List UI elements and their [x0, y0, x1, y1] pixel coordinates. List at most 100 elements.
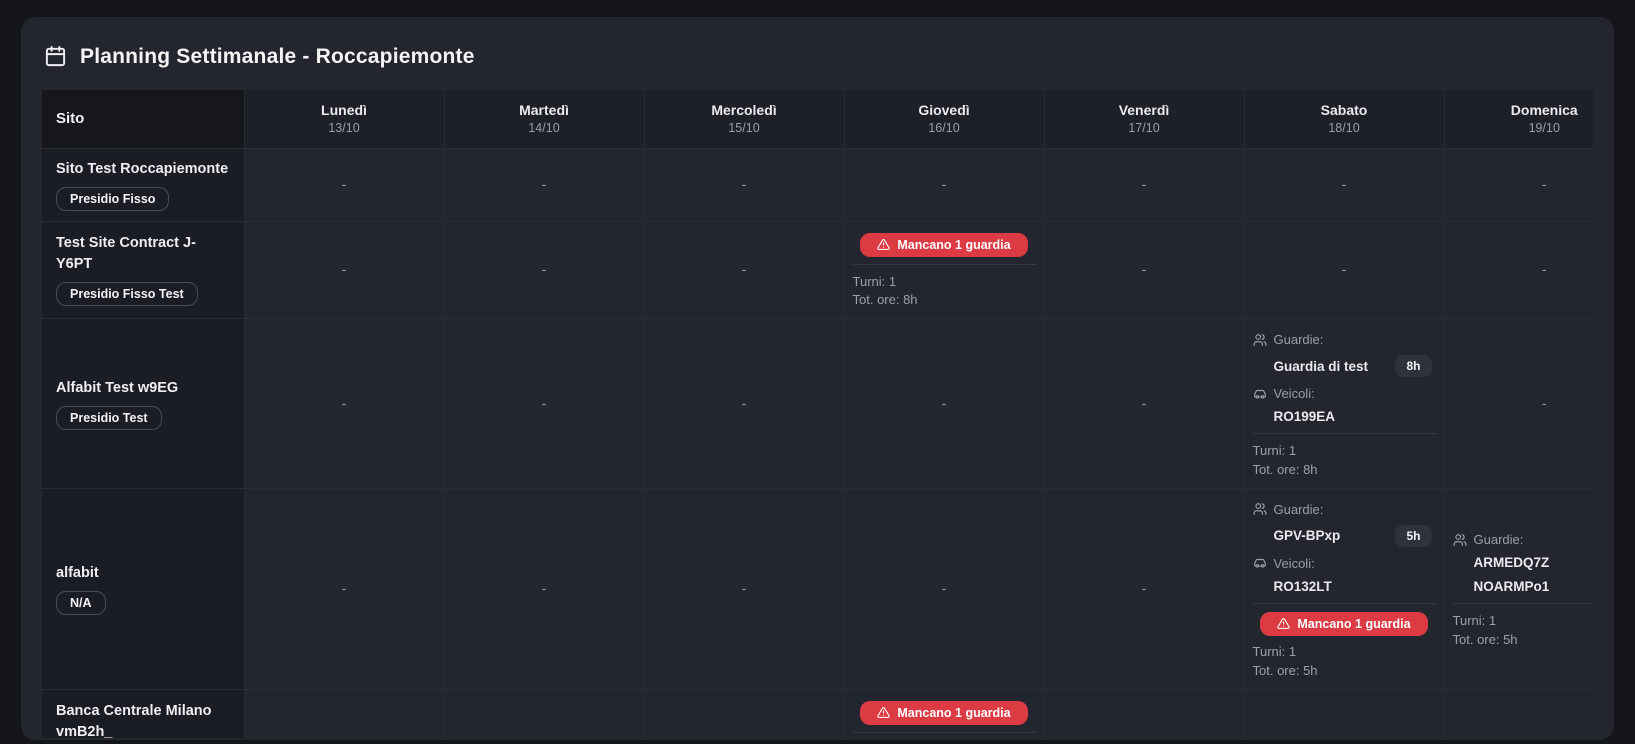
planning-cell[interactable]: - — [444, 689, 644, 738]
vehicle-row: RO199EA — [1274, 409, 1436, 424]
column-header-day: Venerdì 17/10 — [1044, 90, 1244, 148]
empty-cell-dash: - — [542, 176, 547, 192]
planning-cell[interactable]: - — [844, 148, 1044, 221]
page-title: Planning Settimanale - Roccapiemonte — [80, 45, 475, 69]
column-header-sito: Sito — [42, 90, 244, 148]
table-row: Alfabit Test w9EGPresidio Test-----Guard… — [42, 319, 1593, 489]
empty-cell-dash: - — [1142, 729, 1147, 738]
empty-cell-dash: - — [1142, 176, 1147, 192]
site-name: Test Site Contract J-Y6PT — [56, 233, 230, 275]
day-date-label: 19/10 — [1445, 121, 1594, 135]
planning-cell[interactable]: Guardie:ARMEDQ7ZNOARMPo1Turni: 1Tot. ore… — [1444, 488, 1593, 689]
guard-name: Guardia di test — [1274, 359, 1369, 374]
missing-guard-alert-text: Mancano 1 guardia — [1297, 617, 1410, 631]
planning-cell[interactable]: - — [244, 689, 444, 738]
empty-cell-dash: - — [1342, 176, 1347, 192]
planning-cell[interactable]: - — [444, 148, 644, 221]
vehicle-name: RO199EA — [1274, 409, 1336, 424]
total-hours: Tot. ore: 5h — [1453, 631, 1594, 650]
empty-cell-dash: - — [342, 729, 347, 738]
column-header-day: Sabato18/10 — [1244, 90, 1444, 148]
planning-cell[interactable]: - — [244, 488, 444, 689]
planning-cell[interactable]: - — [244, 221, 444, 319]
planning-cell[interactable]: - — [1444, 319, 1593, 489]
planning-cell[interactable]: Mancano 1 guardiaTurni: 1Tot. ore: 8h — [844, 221, 1044, 319]
guards-label-text: Guardie: — [1474, 532, 1524, 547]
planning-cell[interactable]: - — [444, 488, 644, 689]
day-name-label: Venerdì — [1045, 102, 1244, 118]
site-name: alfabit — [56, 563, 230, 584]
day-date-label: 18/10 — [1245, 121, 1444, 135]
guards-icon — [1453, 533, 1467, 547]
cell-divider — [853, 264, 1036, 265]
planning-cell[interactable]: - — [1044, 221, 1244, 319]
guards-icon — [1253, 333, 1267, 347]
cell-divider — [1453, 603, 1594, 604]
card-header: Planning Settimanale - Roccapiemonte — [21, 17, 1614, 90]
day-date-label: 14/10 — [445, 121, 644, 135]
missing-guard-alert: Mancano 1 guardia — [860, 701, 1027, 725]
column-header-day: Martedì14/10 — [444, 90, 644, 148]
empty-cell-dash: - — [942, 395, 947, 411]
site-name: Sito Test Roccapiemonte — [56, 159, 230, 180]
planning-cell[interactable]: - — [844, 319, 1044, 489]
vehicle-icon — [1253, 387, 1267, 401]
planning-cell[interactable]: - — [644, 689, 844, 738]
empty-cell-dash: - — [942, 580, 947, 596]
planning-cell[interactable]: - — [444, 319, 644, 489]
vehicles-label-text: Veicoli: — [1274, 556, 1315, 571]
missing-guard-alert: Mancano 1 guardia — [1260, 612, 1427, 636]
site-badge-wrap: Presidio Fisso Test — [56, 282, 230, 306]
cell-summary: Turni: 1Tot. ore: 8h — [853, 273, 1036, 311]
planning-cell[interactable]: - — [644, 319, 844, 489]
planning-cell[interactable]: - — [1044, 319, 1244, 489]
guards-label-text: Guardie: — [1274, 502, 1324, 517]
empty-cell-dash: - — [742, 176, 747, 192]
planning-cell[interactable]: - — [244, 319, 444, 489]
guards-label: Guardie: — [1253, 502, 1436, 517]
planning-cell[interactable]: - — [1244, 148, 1444, 221]
planning-cell[interactable]: - — [1244, 689, 1444, 738]
planning-cell[interactable]: Mancano 1 guardiaTurni: 1Tot. ore: 8h — [844, 689, 1044, 738]
warning-icon — [877, 238, 890, 251]
vehicle-name: RO132LT — [1274, 579, 1332, 594]
planning-cell[interactable]: - — [1044, 488, 1244, 689]
planning-cell[interactable]: Guardie:Guardia di test8hVeicoli:RO199EA… — [1244, 319, 1444, 489]
guard-row: NOARMPo1 — [1474, 579, 1594, 594]
planning-cell[interactable]: - — [1044, 148, 1244, 221]
day-name-label: Mercoledì — [645, 102, 844, 118]
calendar-icon — [44, 45, 67, 68]
planning-cell[interactable]: - — [844, 488, 1044, 689]
guard-row: GPV-BPxp5h — [1274, 525, 1436, 547]
planning-cell[interactable]: - — [644, 488, 844, 689]
planning-cell[interactable]: - — [1044, 689, 1244, 738]
planning-cell[interactable]: - — [644, 221, 844, 319]
guard-row: Guardia di test8h — [1274, 355, 1436, 377]
day-date-label: 17/10 — [1045, 121, 1244, 135]
guard-hours-badge: 5h — [1395, 525, 1431, 547]
planning-cell[interactable]: - — [1444, 689, 1593, 738]
warning-icon — [1277, 617, 1290, 630]
planning-cell[interactable]: - — [644, 148, 844, 221]
site-name: Alfabit Test w9EG — [56, 378, 230, 399]
empty-cell-dash: - — [742, 261, 747, 277]
planning-cell[interactable]: - — [1444, 148, 1593, 221]
planning-cell[interactable]: Guardie: GPV-BPxp5h Veicoli: RO132LT Mancano… — [1244, 488, 1444, 689]
planning-table-container[interactable]: Sito Lunedì13/10Martedì14/10Mercoledì15/… — [42, 90, 1593, 738]
table-row: Sito Test RoccapiemontePresidio Fisso---… — [42, 148, 1593, 221]
planning-cell[interactable]: - — [244, 148, 444, 221]
planning-cell[interactable]: - — [1244, 221, 1444, 319]
day-name-label: Lunedì — [245, 102, 444, 118]
guards-icon — [1253, 502, 1267, 516]
empty-cell-dash: - — [1542, 729, 1547, 738]
empty-cell-dash: - — [742, 729, 747, 738]
warning-icon — [877, 706, 890, 719]
site-badge-wrap: Presidio Fisso — [56, 187, 230, 211]
empty-cell-dash: - — [542, 580, 547, 596]
planning-cell[interactable]: - — [444, 221, 644, 319]
cell-content: Guardie:ARMEDQ7ZNOARMPo1Turni: 1Tot. ore… — [1453, 532, 1594, 650]
day-date-label: 15/10 — [645, 121, 844, 135]
planning-cell[interactable]: - — [1444, 221, 1593, 319]
vehicle-row: RO132LT — [1274, 579, 1436, 594]
cell-summary: Turni: 1Tot. ore: 8h — [1253, 442, 1436, 480]
